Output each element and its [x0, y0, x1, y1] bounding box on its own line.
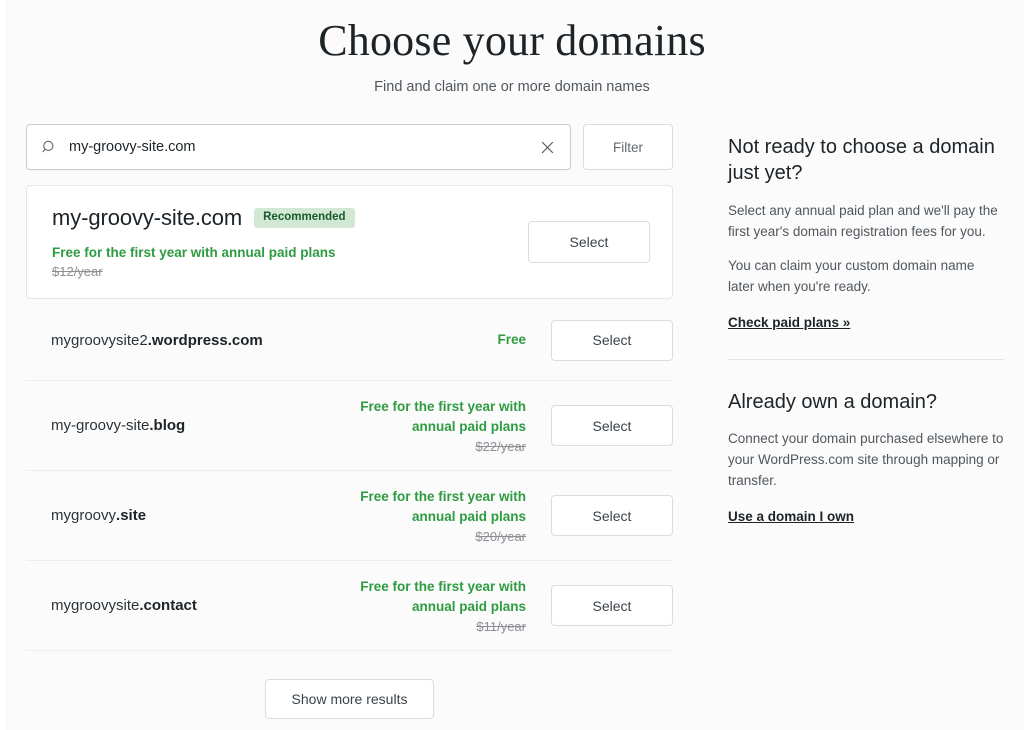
search-icon	[41, 139, 58, 156]
sidebar-heading-not-ready: Not ready to choose a domain just yet?	[728, 134, 1004, 187]
domain-name-tld: .wordpress.com	[148, 332, 263, 349]
select-button[interactable]: Select	[551, 585, 673, 626]
page-subtitle: Find and claim one or more domain names	[0, 79, 1024, 95]
show-more-wrapper: Show more results	[26, 679, 673, 719]
domain-name: mygroovysite.contact	[51, 597, 351, 614]
recommended-domain-card: my-groovy-site.com Recommended Free for …	[26, 185, 673, 299]
domain-name: my-groovy-site.blog	[51, 417, 351, 434]
sidebar-divider	[728, 359, 1004, 360]
recommended-name-row: my-groovy-site.com Recommended	[52, 205, 528, 231]
recommended-action: Select	[528, 221, 650, 263]
sidebar-heading-own-domain: Already own a domain?	[728, 389, 1004, 415]
sidebar-block-own-domain: Already own a domain? Connect your domai…	[728, 389, 1004, 526]
domain-name-tld: .site	[116, 507, 146, 524]
use-domain-i-own-link[interactable]: Use a domain I own	[728, 509, 854, 524]
old-price: $22/year	[351, 439, 526, 454]
price-label: Free for the first year with annual paid…	[351, 487, 526, 525]
sidebar-block-not-ready: Not ready to choose a domain just yet? S…	[728, 134, 1004, 332]
sidebar-paragraph-3: Connect your domain purchased elsewhere …	[728, 429, 1004, 491]
domain-picker-page: Choose your domains Find and claim one o…	[0, 0, 1024, 730]
price-label: Free for the first year with annual paid…	[351, 577, 526, 615]
page-header: Choose your domains Find and claim one o…	[0, 0, 1024, 95]
domain-name-prefix: mygroovysite	[51, 597, 139, 614]
filter-button[interactable]: Filter	[583, 124, 673, 170]
recommended-old-price: $12/year	[52, 264, 528, 279]
table-row: mygroovy.site Free for the first year wi…	[26, 471, 673, 561]
status-badge: Recommended	[254, 208, 354, 228]
search-input[interactable]	[69, 139, 536, 155]
table-row: my-groovy-site.blog Free for the first y…	[26, 381, 673, 471]
clear-search-button[interactable]	[536, 136, 558, 158]
domain-name-prefix: my-groovy-site	[51, 417, 149, 434]
old-price: $20/year	[351, 529, 526, 544]
domain-name-prefix: mygroovy	[51, 507, 116, 524]
price-cell: Free for the first year with annual paid…	[351, 397, 551, 453]
sidebar-paragraph-1: Select any annual paid plan and we'll pa…	[728, 201, 1004, 243]
domain-name-tld: .blog	[149, 417, 185, 434]
show-more-results-button[interactable]: Show more results	[265, 679, 435, 719]
recommended-details: my-groovy-site.com Recommended Free for …	[52, 205, 528, 279]
domain-name: mygroovy.site	[51, 507, 351, 524]
price-cell: Free	[351, 330, 551, 349]
sidebar: Not ready to choose a domain just yet? S…	[728, 134, 1004, 526]
select-button[interactable]: Select	[551, 495, 673, 536]
results-list: mygroovysite2.wordpress.com Free Select …	[26, 300, 673, 651]
domain-name-tld: .contact	[139, 597, 197, 614]
select-button-recommended[interactable]: Select	[528, 221, 650, 263]
main-column: Filter my-groovy-site.com Recommended Fr…	[26, 124, 673, 719]
search-row: Filter	[26, 124, 673, 170]
old-price: $11/year	[351, 619, 526, 634]
select-button[interactable]: Select	[551, 405, 673, 446]
sidebar-paragraph-2: You can claim your custom domain name la…	[728, 256, 1004, 298]
close-icon	[539, 139, 556, 156]
price-label: Free	[351, 330, 526, 349]
table-row: mygroovysite2.wordpress.com Free Select	[26, 300, 673, 381]
domain-name: mygroovysite2.wordpress.com	[51, 332, 351, 349]
select-button[interactable]: Select	[551, 320, 673, 361]
page-title: Choose your domains	[0, 14, 1024, 68]
domain-name-prefix: mygroovysite2	[51, 332, 148, 349]
price-cell: Free for the first year with annual paid…	[351, 577, 551, 633]
recommended-domain-name: my-groovy-site.com	[52, 205, 242, 231]
table-row: mygroovysite.contact Free for the first …	[26, 561, 673, 651]
price-cell: Free for the first year with annual paid…	[351, 487, 551, 543]
search-box[interactable]	[26, 124, 571, 170]
check-paid-plans-link[interactable]: Check paid plans »	[728, 315, 850, 330]
recommended-free-text: Free for the first year with annual paid…	[52, 245, 528, 260]
price-label: Free for the first year with annual paid…	[351, 397, 526, 435]
